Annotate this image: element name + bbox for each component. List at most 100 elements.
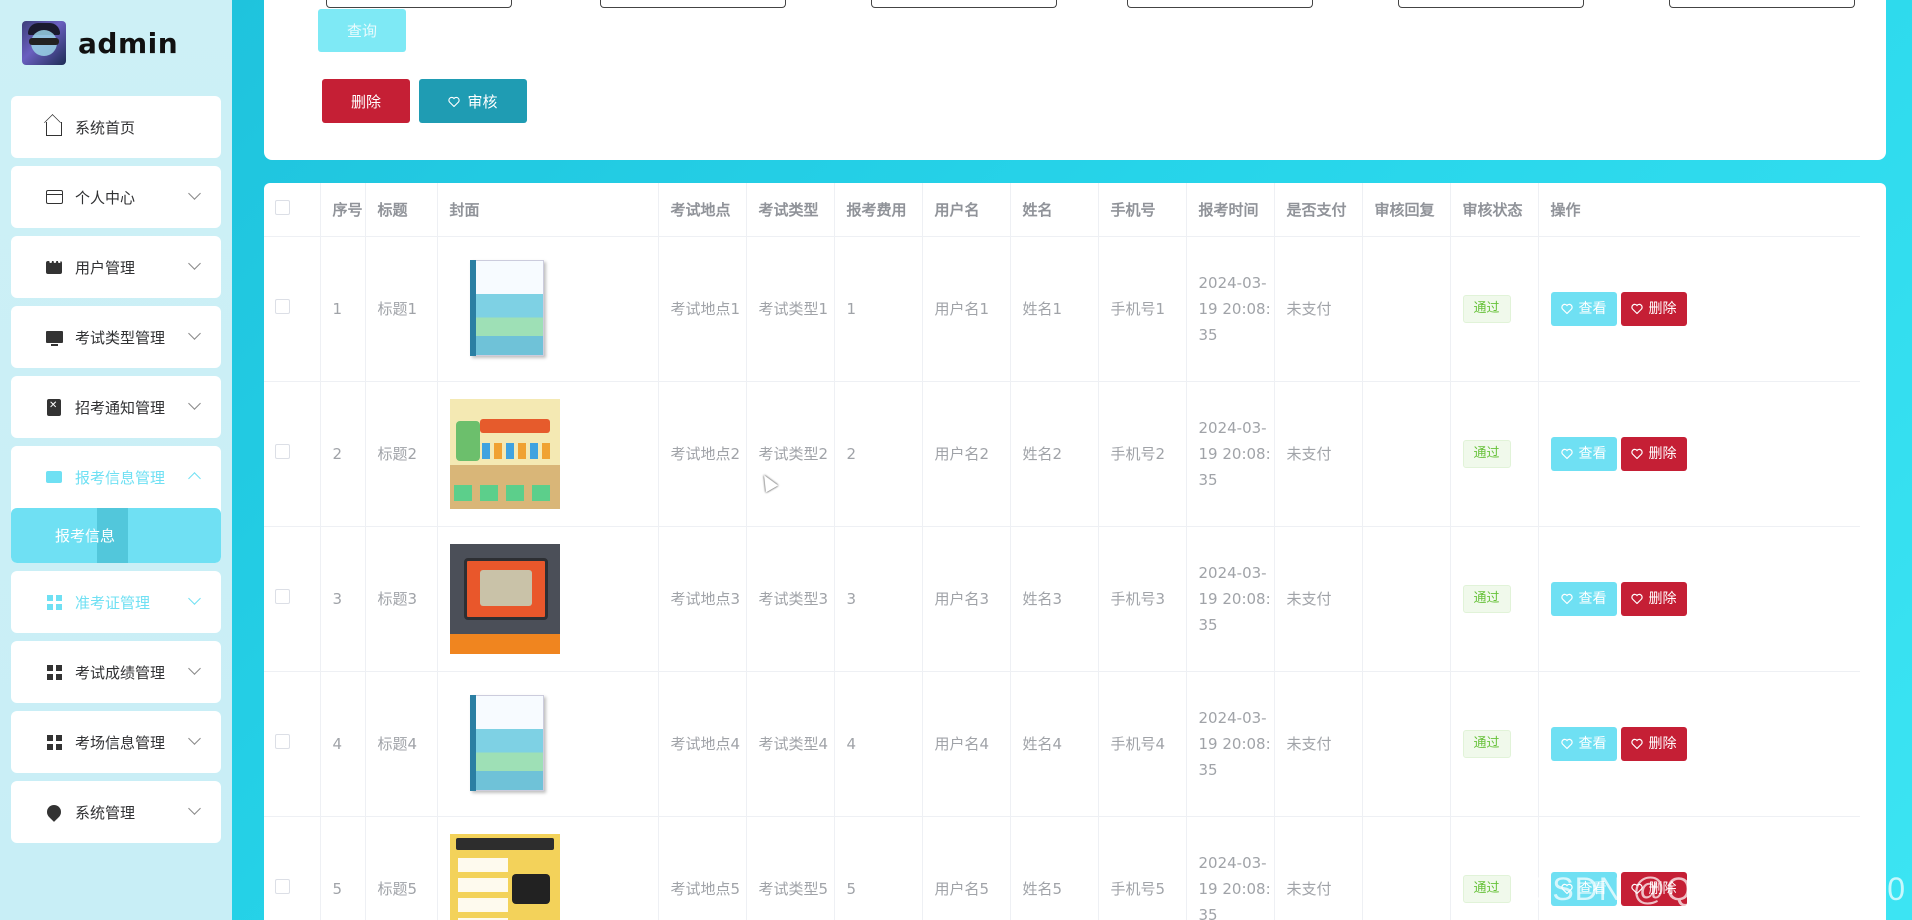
cell-reply [1362, 381, 1451, 527]
cell-fee: 5 [834, 816, 923, 920]
sidebar-item-admission-ticket-management[interactable]: 准考证管理 [11, 571, 221, 633]
cell-exam-type: 考试类型5 [746, 816, 835, 920]
cell-exam-type: 考试类型3 [746, 526, 835, 672]
cover-image[interactable] [449, 543, 560, 654]
cell-fee: 1 [834, 236, 923, 382]
sidebar-item-system-management[interactable]: 系统管理 [11, 781, 221, 843]
heart-icon [1560, 448, 1573, 459]
search-input[interactable] [600, 0, 786, 8]
column-header[interactable]: 姓名 [1010, 183, 1099, 237]
sidebar-item-exam-type-management[interactable]: 考试类型管理 [11, 306, 221, 368]
column-header[interactable]: 是否支付 [1274, 183, 1363, 237]
cover-image[interactable] [449, 253, 560, 364]
column-header[interactable]: 审核状态 [1450, 183, 1539, 237]
home-icon [45, 118, 63, 136]
cover-image[interactable] [449, 398, 560, 509]
cover-image[interactable] [449, 833, 560, 920]
column-header[interactable]: 报考费用 [834, 183, 923, 237]
view-button[interactable]: 查看 [1550, 436, 1617, 471]
chevron-down-icon [188, 732, 201, 745]
view-button[interactable]: 查看 [1550, 291, 1617, 326]
sidebar-item-notice-management[interactable]: 招考通知管理 [11, 376, 221, 438]
chevron-down-icon [188, 327, 201, 340]
cell-paid: 未支付 [1274, 526, 1363, 672]
row-delete-button[interactable]: 删除 [1620, 291, 1687, 326]
view-button[interactable]: 查看 [1550, 726, 1617, 761]
sidebar-item-registration-management[interactable]: 报考信息管理 [11, 446, 221, 508]
cell-fee: 3 [834, 526, 923, 672]
cell-cover [437, 236, 659, 382]
sidebar-item-home[interactable]: 系统首页 [11, 96, 221, 158]
chevron-down-icon [188, 187, 201, 200]
avatar[interactable] [22, 21, 66, 65]
sidebar-item-label: 系统管理 [75, 803, 136, 822]
watermark: CSDN @QQ1980691580 [1528, 871, 1906, 907]
row-delete-button[interactable]: 删除 [1620, 436, 1687, 471]
sidebar-item-label: 招考通知管理 [75, 398, 166, 417]
column-header[interactable]: 序号 [320, 183, 366, 237]
table-row[interactable]: 3 标题3 考试地点3 考试类型3 3 用户名3 姓名3 手机号3 2024-03-19 20:… [264, 526, 1860, 672]
view-button[interactable]: 查看 [1550, 581, 1617, 616]
cell-phone: 手机号2 [1098, 381, 1187, 527]
row-select-cell [264, 816, 321, 920]
row-checkbox[interactable] [275, 298, 290, 314]
row-checkbox[interactable] [275, 733, 290, 749]
cell-index: 3 [320, 526, 366, 672]
cell-fee: 4 [834, 671, 923, 817]
column-header[interactable]: 封面 [437, 183, 659, 237]
cell-paid: 未支付 [1274, 381, 1363, 527]
column-header[interactable]: 手机号 [1098, 183, 1187, 237]
cell-location: 考试地点1 [658, 236, 747, 382]
column-header[interactable]: 标题 [365, 183, 438, 237]
search-input[interactable] [1669, 0, 1855, 8]
row-delete-button[interactable]: 删除 [1620, 581, 1687, 616]
column-header[interactable]: 考试类型 [746, 183, 835, 237]
grid-icon [45, 663, 63, 681]
search-input[interactable] [326, 0, 512, 8]
row-checkbox[interactable] [275, 588, 290, 604]
cell-location: 考试地点3 [658, 526, 747, 672]
query-button[interactable]: 查询 [318, 9, 406, 52]
table-row[interactable]: 1 标题1 考试地点1 考试类型1 1 用户名1 姓名1 手机号1 2024-03-19 20:… [264, 236, 1860, 382]
search-input[interactable] [871, 0, 1057, 8]
cover-image[interactable] [449, 688, 560, 799]
delete-button[interactable]: 删除 [322, 79, 410, 123]
row-checkbox[interactable] [275, 443, 290, 459]
sidebar-item-user-management[interactable]: 用户管理 [11, 236, 221, 298]
audit-button[interactable]: 审核 [419, 79, 527, 123]
column-header[interactable]: 报考时间 [1186, 183, 1275, 237]
status-badge: 通过 [1462, 730, 1511, 758]
cell-name: 姓名3 [1010, 526, 1099, 672]
row-checkbox[interactable] [275, 878, 290, 894]
cell-status: 通过 [1450, 526, 1539, 672]
cell-exam-type: 考试类型4 [746, 671, 835, 817]
sidebar-item-personal-center[interactable]: 个人中心 [11, 166, 221, 228]
row-select-cell [264, 381, 321, 527]
view-button-label: 查看 [1578, 445, 1607, 462]
cell-location: 考试地点2 [658, 381, 747, 527]
heart-icon [1560, 593, 1573, 604]
column-header[interactable]: 操作 [1538, 183, 1860, 237]
cell-index: 5 [320, 816, 366, 920]
table-row[interactable]: 4 标题4 考试地点4 考试类型4 4 用户名4 姓名4 手机号4 2024-03-19 20:… [264, 671, 1860, 817]
row-select-cell [264, 526, 321, 672]
cell-time: 2024-03-19 20:08:35 [1186, 236, 1275, 382]
table-row[interactable]: 2 标题2 考试地点2 考试类型2 2 用户名2 姓名2 手机号2 2024-03-19 20:… [264, 381, 1860, 527]
select-all-checkbox[interactable] [275, 199, 290, 215]
view-button-label: 查看 [1578, 735, 1607, 752]
cell-actions: 查看 删除 [1538, 671, 1860, 817]
sidebar-item-label: 报考信息管理 [75, 468, 166, 487]
search-input[interactable] [1398, 0, 1584, 8]
column-header[interactable]: 审核回复 [1362, 183, 1451, 237]
row-select-cell [264, 236, 321, 382]
sidebar-item-score-management[interactable]: 考试成绩管理 [11, 641, 221, 703]
cell-title: 标题5 [365, 816, 438, 920]
search-input[interactable] [1127, 0, 1313, 8]
sidebar-item-exam-room-management[interactable]: 考场信息管理 [11, 711, 221, 773]
column-header[interactable]: 考试地点 [658, 183, 747, 237]
sidebar-subitem-registration-info[interactable]: 报考信息 [11, 508, 221, 563]
sidebar-item-label: 考场信息管理 [75, 733, 166, 752]
printer-icon [45, 468, 63, 486]
row-delete-button[interactable]: 删除 [1620, 726, 1687, 761]
column-header[interactable]: 用户名 [922, 183, 1011, 237]
